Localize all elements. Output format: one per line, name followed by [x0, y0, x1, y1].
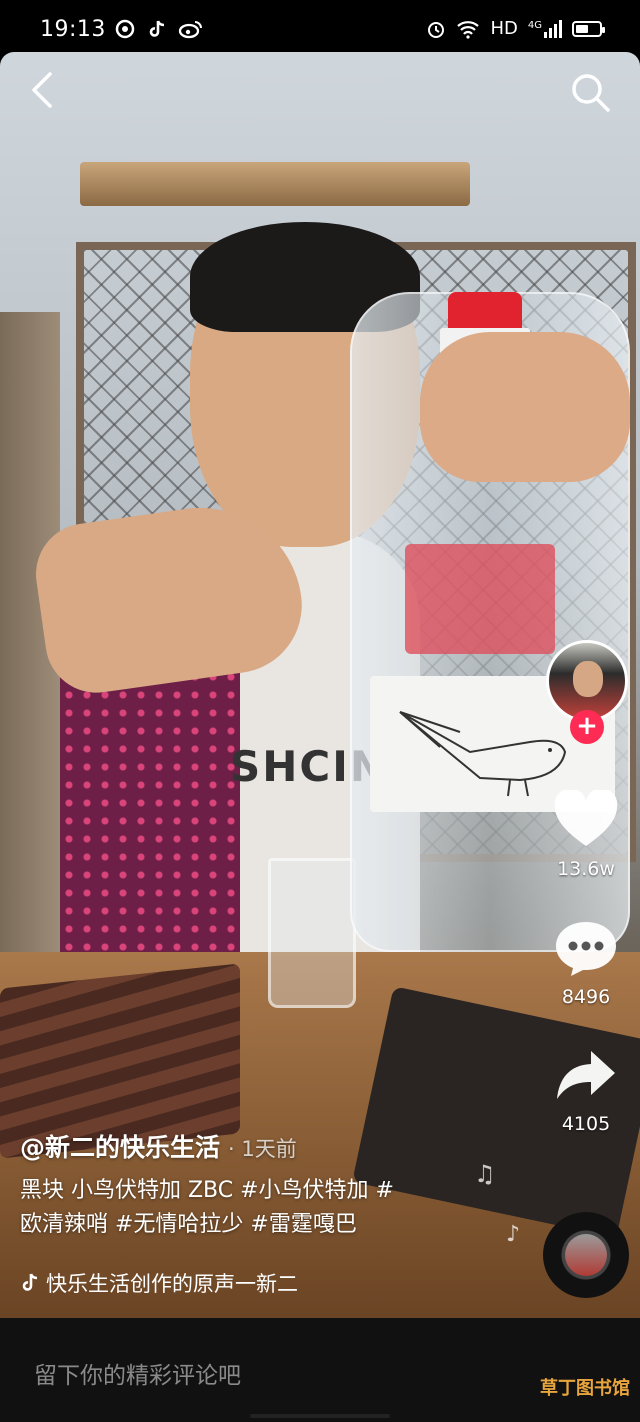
signal-label: 4G	[527, 19, 542, 31]
netease-icon	[115, 19, 135, 39]
share-count: 4105	[561, 1113, 611, 1135]
description-line: 欧清辣哨 #无情哈拉少 #雷霆嘎巴	[20, 1212, 357, 1237]
battery-icon	[572, 20, 605, 37]
search-icon[interactable]	[568, 70, 612, 114]
home-indicator	[250, 1414, 390, 1418]
hand-right	[420, 332, 630, 482]
author-name[interactable]: @新二的快乐生活	[20, 1128, 220, 1164]
status-right: HD 4G	[426, 18, 605, 39]
like-button[interactable]: 13.6w	[540, 788, 632, 880]
glass	[268, 858, 356, 1008]
network-label: HD	[490, 18, 518, 39]
share-button[interactable]: 4105	[540, 1045, 632, 1135]
like-count: 13.6w	[557, 858, 615, 880]
music-note-icon: ♪	[506, 1222, 521, 1247]
author-line: @新二的快乐生活 · 1天前	[20, 1128, 470, 1164]
wifi-icon	[457, 20, 480, 39]
watermark: 草丁图书馆	[540, 1378, 630, 1399]
comment-button[interactable]: 8496	[540, 918, 632, 1008]
comment-bar: 留下你的精彩评论吧 草丁图书馆	[0, 1318, 640, 1422]
comment-count: 8496	[561, 986, 611, 1008]
caption: @新二的快乐生活 · 1天前 黑块 小鸟伏特加 ZBC #小鸟伏特加 # 欧清辣…	[20, 1128, 470, 1242]
sound-title: 快乐生活创作的原声一新二	[46, 1272, 298, 1296]
comment-icon	[556, 922, 616, 976]
tiktok-note-icon	[22, 1273, 38, 1291]
comment-input[interactable]: 留下你的精彩评论吧	[34, 1356, 241, 1390]
back-icon[interactable]	[24, 68, 64, 112]
status-app-icons	[114, 18, 204, 40]
heart-icon	[554, 788, 618, 846]
video-description[interactable]: 黑块 小鸟伏特加 ZBC #小鸟伏特加 # 欧清辣哨 #无情哈拉少 #雷霆嘎巴	[20, 1174, 470, 1242]
music-note-icon: ♫	[474, 1160, 496, 1188]
weibo-icon	[178, 21, 202, 39]
alarm-icon	[428, 21, 445, 38]
music-disc[interactable]	[543, 1212, 629, 1298]
description-line: 黑块 小鸟伏特加 ZBC #小鸟伏特加 #	[20, 1178, 394, 1203]
bottle-liquid	[405, 544, 555, 654]
sound-link[interactable]: 快乐生活创作的原声一新二	[20, 1268, 298, 1298]
follow-button[interactable]: +	[570, 710, 604, 744]
status-time: 19:13	[40, 17, 106, 42]
signal-icon: 4G	[527, 19, 562, 38]
share-icon	[557, 1051, 615, 1099]
tiktok-icon	[149, 20, 165, 37]
bottle-cap	[448, 292, 522, 330]
post-time: · 1天前	[228, 1137, 297, 1161]
status-bar: 19:13 HD 4G	[0, 0, 640, 52]
